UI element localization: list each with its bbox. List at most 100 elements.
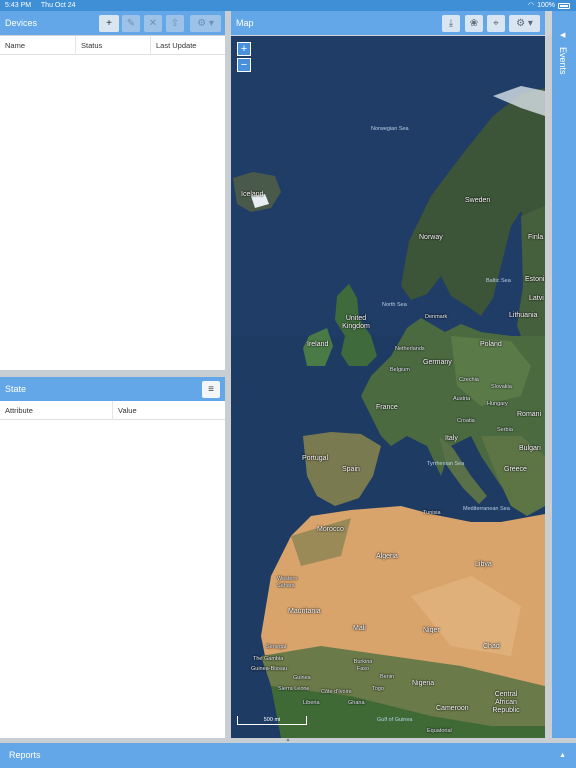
map-label: Algeria xyxy=(376,553,398,560)
map-label: Iceland xyxy=(241,191,264,198)
devices-panel-header: Devices + ✎ ✕ ⇧ ⚙ ▾ xyxy=(0,11,225,35)
map-label: Côte d'Ivoire xyxy=(321,689,352,695)
map-label: Liberia xyxy=(303,700,320,706)
paw-button[interactable]: ❀ xyxy=(465,15,483,32)
column-header-name[interactable]: Name xyxy=(0,36,76,55)
events-title[interactable]: Events xyxy=(558,47,568,75)
map-label: Tunisia xyxy=(423,510,441,516)
expand-reports-icon[interactable]: ▲ xyxy=(559,743,566,768)
events-panel-collapsed[interactable]: ◀ Events xyxy=(552,11,576,738)
devices-title: Devices xyxy=(5,18,38,28)
map-label: The Gambia xyxy=(253,656,284,662)
map-label: Belgium xyxy=(390,367,410,373)
state-menu-button[interactable]: ≡ xyxy=(202,381,220,398)
map-label: Nigeria xyxy=(412,680,435,687)
map-label: Gulf of Guinea xyxy=(377,717,413,723)
battery-icon xyxy=(558,2,570,9)
expand-events-icon[interactable]: ◀ xyxy=(560,31,565,39)
wifi-icon: ◠ xyxy=(527,2,535,9)
map-label: Finla xyxy=(528,234,544,241)
map-label: Chad xyxy=(483,643,500,650)
map-label: Latvi xyxy=(529,295,544,302)
map-label: Niger xyxy=(423,627,440,634)
map-label: Hungary xyxy=(487,401,508,407)
column-header-status[interactable]: Status xyxy=(76,36,151,55)
map-label: Greece xyxy=(504,466,527,473)
state-title: State xyxy=(5,384,27,394)
map-label: France xyxy=(376,404,398,411)
map-label: Senegal xyxy=(266,644,287,650)
map-label: North Sea xyxy=(382,302,407,308)
map-label: Burkina Faso xyxy=(353,659,373,672)
upload-button[interactable]: ⇧ xyxy=(166,15,184,32)
map-label: Czechia xyxy=(459,377,479,383)
map-label: Romani xyxy=(517,411,542,418)
map-label: Estoni xyxy=(525,276,545,283)
edit-device-button[interactable]: ✎ xyxy=(122,15,140,32)
reports-panel-collapsed[interactable]: Reports ▲ xyxy=(0,743,576,768)
map-settings-button[interactable]: ⚙ ▾ xyxy=(509,15,540,32)
map-label: Guinea-Bissau xyxy=(251,666,288,672)
column-header-value[interactable]: Value xyxy=(113,401,225,420)
zoom-out-button[interactable]: − xyxy=(237,58,251,72)
map-label: Sierra Leone xyxy=(278,686,310,692)
map-label: Togo xyxy=(372,686,384,692)
map-label: Ghana xyxy=(348,700,365,706)
map-right-splitter[interactable] xyxy=(545,36,552,738)
map-label: Austria xyxy=(453,396,471,402)
map-label: Poland xyxy=(480,341,502,348)
reports-title: Reports xyxy=(9,750,41,760)
horizontal-splitter[interactable] xyxy=(0,370,225,377)
map-label: Cameroon xyxy=(436,705,469,712)
clock-date: Thu Oct 24 xyxy=(40,2,76,9)
map-label: Mediterranean Sea xyxy=(463,506,510,512)
state-table: Attribute Value xyxy=(0,401,225,738)
map-label: Morocco xyxy=(317,526,344,533)
map-label: Bulgari xyxy=(519,445,541,452)
map-label: United Kingdom xyxy=(342,315,370,330)
map-label: Central African Republic xyxy=(492,691,520,714)
battery-percent: 100% xyxy=(537,2,555,9)
map-label: Croatia xyxy=(457,418,475,424)
zoom-in-button[interactable]: + xyxy=(237,42,251,56)
map-label: Western Sahara xyxy=(277,576,298,589)
download-button[interactable]: ⤓ xyxy=(442,15,460,32)
map-label: Tyrrhenian Sea xyxy=(427,461,465,467)
map-label: Denmark xyxy=(425,314,448,320)
map-label: Sweden xyxy=(465,197,491,204)
column-header-attribute[interactable]: Attribute xyxy=(0,401,113,420)
map-label: Ireland xyxy=(307,341,329,348)
column-header-last-update[interactable]: Last Update xyxy=(151,36,225,55)
map-label: Italy xyxy=(445,435,458,442)
devices-settings-button[interactable]: ⚙ ▾ xyxy=(190,15,221,32)
map-scale-bar: 500 mi xyxy=(237,716,307,725)
map-panel-header: Map ⤓ ❀ ⌖ ⚙ ▾ xyxy=(231,11,545,35)
remove-device-button[interactable]: ✕ xyxy=(144,15,162,32)
map-label: Baltic Sea xyxy=(486,278,511,284)
map-label: Benin xyxy=(380,674,395,680)
map-title: Map xyxy=(236,18,254,28)
add-device-button[interactable]: + xyxy=(99,15,119,32)
map-label: Guinea xyxy=(293,675,311,681)
map-view[interactable]: + − Norwegian Sea Iceland Sweden Norway … xyxy=(231,36,545,738)
map-label: Netherlands xyxy=(395,346,425,352)
map-label: Norwegian Sea xyxy=(371,126,409,132)
map-label: Slovakia xyxy=(491,384,512,390)
locate-button[interactable]: ⌖ xyxy=(487,15,505,32)
map-label: Portugal xyxy=(302,455,329,462)
map-label: Germany xyxy=(423,359,452,366)
map-label: Mali xyxy=(353,625,366,632)
devices-table: Name Status Last Update xyxy=(0,36,225,370)
state-panel-header: State ≡ xyxy=(0,377,225,401)
map-label: Spain xyxy=(342,466,360,473)
state-table-header: Attribute Value xyxy=(0,401,225,420)
ios-status-bar: 5:43 PM Thu Oct 24 ◠ 100% xyxy=(0,0,576,11)
map-label: Mauritania xyxy=(288,608,321,615)
devices-table-header: Name Status Last Update xyxy=(0,36,225,55)
clock-time: 5:43 PM xyxy=(5,2,32,9)
map-label: Lithuania xyxy=(509,312,538,319)
map-label: Norway xyxy=(419,234,443,241)
map-label: Serbia xyxy=(497,427,513,433)
map-label: Libya xyxy=(475,561,492,568)
map-label: Equatorial xyxy=(427,728,452,734)
